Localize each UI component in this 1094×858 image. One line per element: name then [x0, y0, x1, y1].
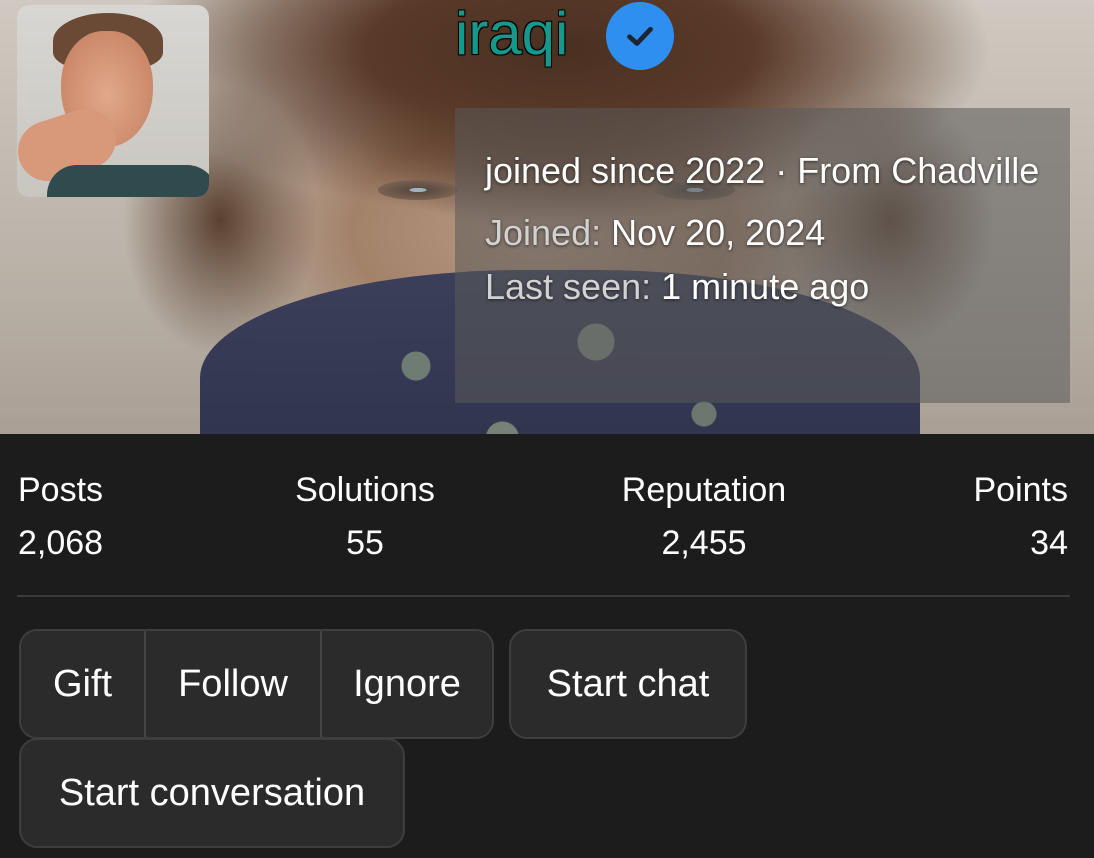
- stat-value: 2,455: [661, 524, 747, 562]
- stat-value: 55: [346, 524, 384, 562]
- ignore-button[interactable]: Ignore: [320, 631, 492, 737]
- last-seen-value: 1 minute ago: [661, 266, 870, 307]
- stat-value: 34: [1030, 524, 1068, 562]
- gift-button[interactable]: Gift: [21, 631, 144, 737]
- stat-points[interactable]: Points 34: [974, 470, 1069, 563]
- avatar[interactable]: [17, 5, 209, 197]
- check-icon: [627, 26, 653, 46]
- last-seen-row: Last seen: 1 minute ago: [485, 260, 1040, 314]
- stats-row: Posts 2,068 Solutions 55 Reputation 2,45…: [0, 434, 1094, 596]
- joined-date: Nov 20, 2024: [611, 212, 826, 253]
- profile-info-box: joined since 2022 · From Chadville Joine…: [455, 108, 1070, 403]
- joined-row: Joined: Nov 20, 2024: [485, 206, 1040, 260]
- divider: [17, 595, 1070, 597]
- stat-label: Points: [973, 471, 1069, 509]
- stat-label: Posts: [18, 471, 104, 509]
- stat-value: 2,068: [18, 524, 104, 562]
- stat-reputation[interactable]: Reputation 2,455: [614, 470, 794, 563]
- follow-button[interactable]: Follow: [144, 631, 320, 737]
- action-button-group: Gift Follow Ignore: [19, 629, 494, 739]
- verified-badge-icon: [606, 2, 674, 70]
- stat-solutions[interactable]: Solutions 55: [290, 470, 440, 563]
- stat-label: Reputation: [621, 471, 787, 509]
- stat-posts[interactable]: Posts 2,068: [18, 470, 103, 563]
- profile-banner: iraqi joined since 2022 · From Chadville…: [0, 0, 1094, 434]
- start-chat-button[interactable]: Start chat: [509, 629, 747, 739]
- last-seen-label: Last seen:: [485, 266, 652, 307]
- stat-label: Solutions: [295, 471, 435, 509]
- start-conversation-button[interactable]: Start conversation: [19, 738, 405, 848]
- profile-bio: joined since 2022 · From Chadville: [485, 150, 1040, 191]
- username[interactable]: iraqi: [455, 0, 568, 70]
- joined-label: Joined:: [485, 212, 602, 253]
